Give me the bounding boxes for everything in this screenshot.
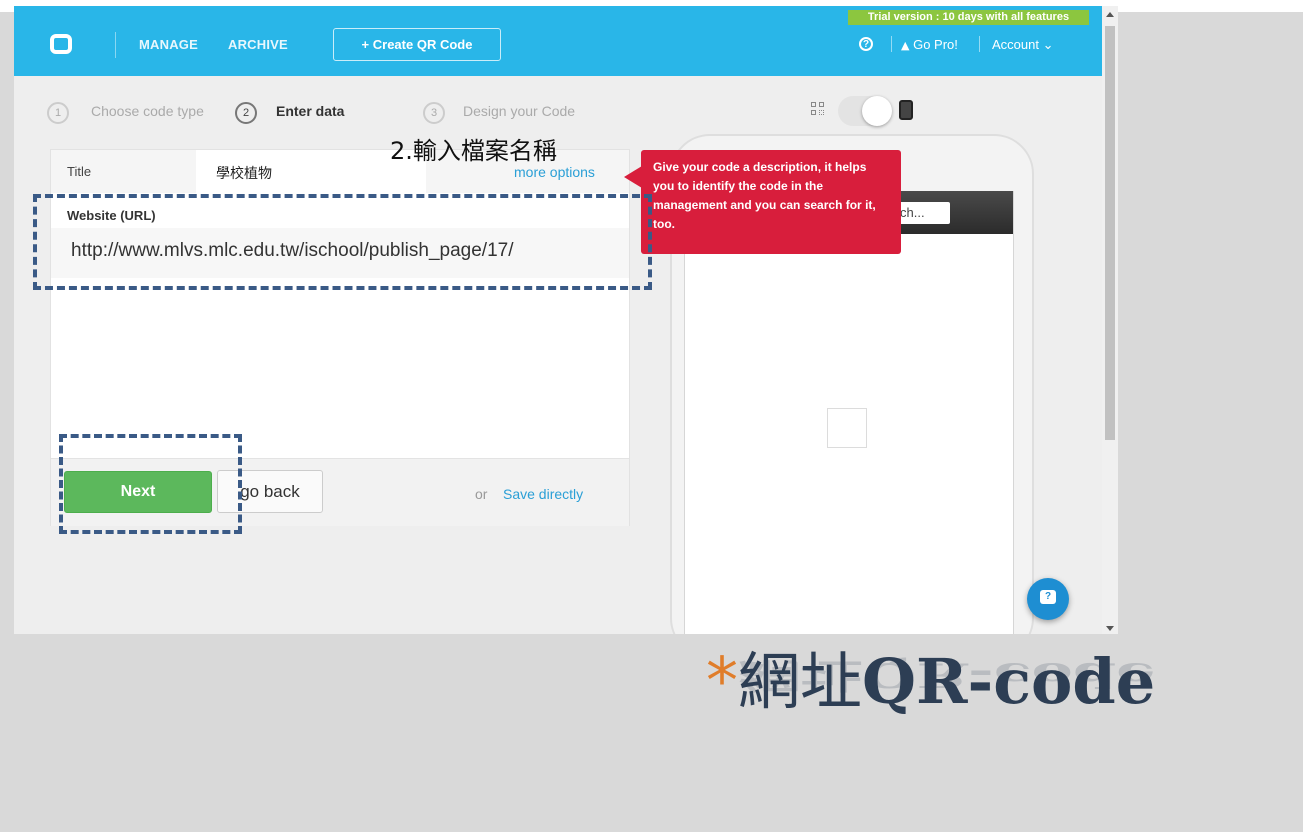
- step-2-number: 2: [235, 102, 257, 124]
- description-tooltip: Give your code a description, it helps y…: [641, 150, 901, 254]
- nav-divider: [979, 36, 980, 52]
- app-screenshot: MANAGE ARCHIVE + Create QR Code Trial ve…: [14, 6, 1118, 634]
- reflection-cjk: 網址: [738, 655, 863, 696]
- title-input-value[interactable]: 學校植物: [216, 163, 272, 183]
- logo-icon[interactable]: [50, 34, 72, 54]
- trial-badge: Trial version : 10 days with all feature…: [848, 10, 1089, 25]
- toggle-knob[interactable]: [862, 96, 892, 126]
- nav-manage-link[interactable]: MANAGE: [139, 37, 198, 52]
- title-field-label: Title: [67, 164, 92, 179]
- step-3-number[interactable]: 3: [423, 102, 445, 124]
- annotation-next-highlight: [59, 434, 242, 534]
- slide-title-reflection: *網址QR-code: [706, 651, 1156, 701]
- scroll-thumb[interactable]: [1105, 26, 1115, 440]
- scroll-up-arrow-icon[interactable]: [1106, 12, 1114, 17]
- support-chat-button[interactable]: ?: [1027, 578, 1069, 620]
- tooltip-arrow: [624, 166, 642, 188]
- nav-divider: [891, 36, 892, 52]
- go-pro-link[interactable]: ▲ Go Pro!: [901, 37, 958, 52]
- phone-view-icon[interactable]: [899, 100, 913, 120]
- more-options-link[interactable]: more options: [514, 164, 595, 180]
- step-3-label[interactable]: Design your Code: [463, 103, 575, 119]
- go-pro-label: Go Pro!: [909, 37, 958, 52]
- or-text: or: [475, 486, 488, 502]
- create-qr-code-button[interactable]: + Create QR Code: [333, 28, 501, 61]
- reflection-latin: QR-code: [862, 655, 1156, 696]
- step-2-label: Enter data: [276, 103, 345, 119]
- account-menu[interactable]: Account ⌄: [992, 37, 1053, 53]
- scroll-down-arrow-icon[interactable]: [1106, 626, 1114, 631]
- help-icon[interactable]: ?: [859, 37, 873, 51]
- qr-preview-placeholder: [827, 408, 867, 448]
- annotation-url-highlight: [33, 194, 652, 290]
- chat-bubble-icon: ?: [1040, 590, 1056, 604]
- preview-mode-toggle[interactable]: [838, 96, 892, 126]
- step-1-number[interactable]: 1: [47, 102, 69, 124]
- save-directly-link[interactable]: Save directly: [503, 486, 583, 502]
- nav-divider: [115, 32, 116, 58]
- qr-view-icon[interactable]: [811, 102, 825, 116]
- create-qr-code-label: + Create QR Code: [361, 37, 473, 52]
- phone-preview-search: ch...: [894, 202, 950, 224]
- step-1-label[interactable]: Choose code type: [91, 103, 204, 119]
- page-scrollbar[interactable]: [1102, 6, 1118, 634]
- annotation-step-note: 2.輸入檔案名稱: [390, 137, 557, 165]
- top-navbar: MANAGE ARCHIVE + Create QR Code Trial ve…: [14, 6, 1102, 76]
- nav-archive-link[interactable]: ARCHIVE: [228, 37, 288, 52]
